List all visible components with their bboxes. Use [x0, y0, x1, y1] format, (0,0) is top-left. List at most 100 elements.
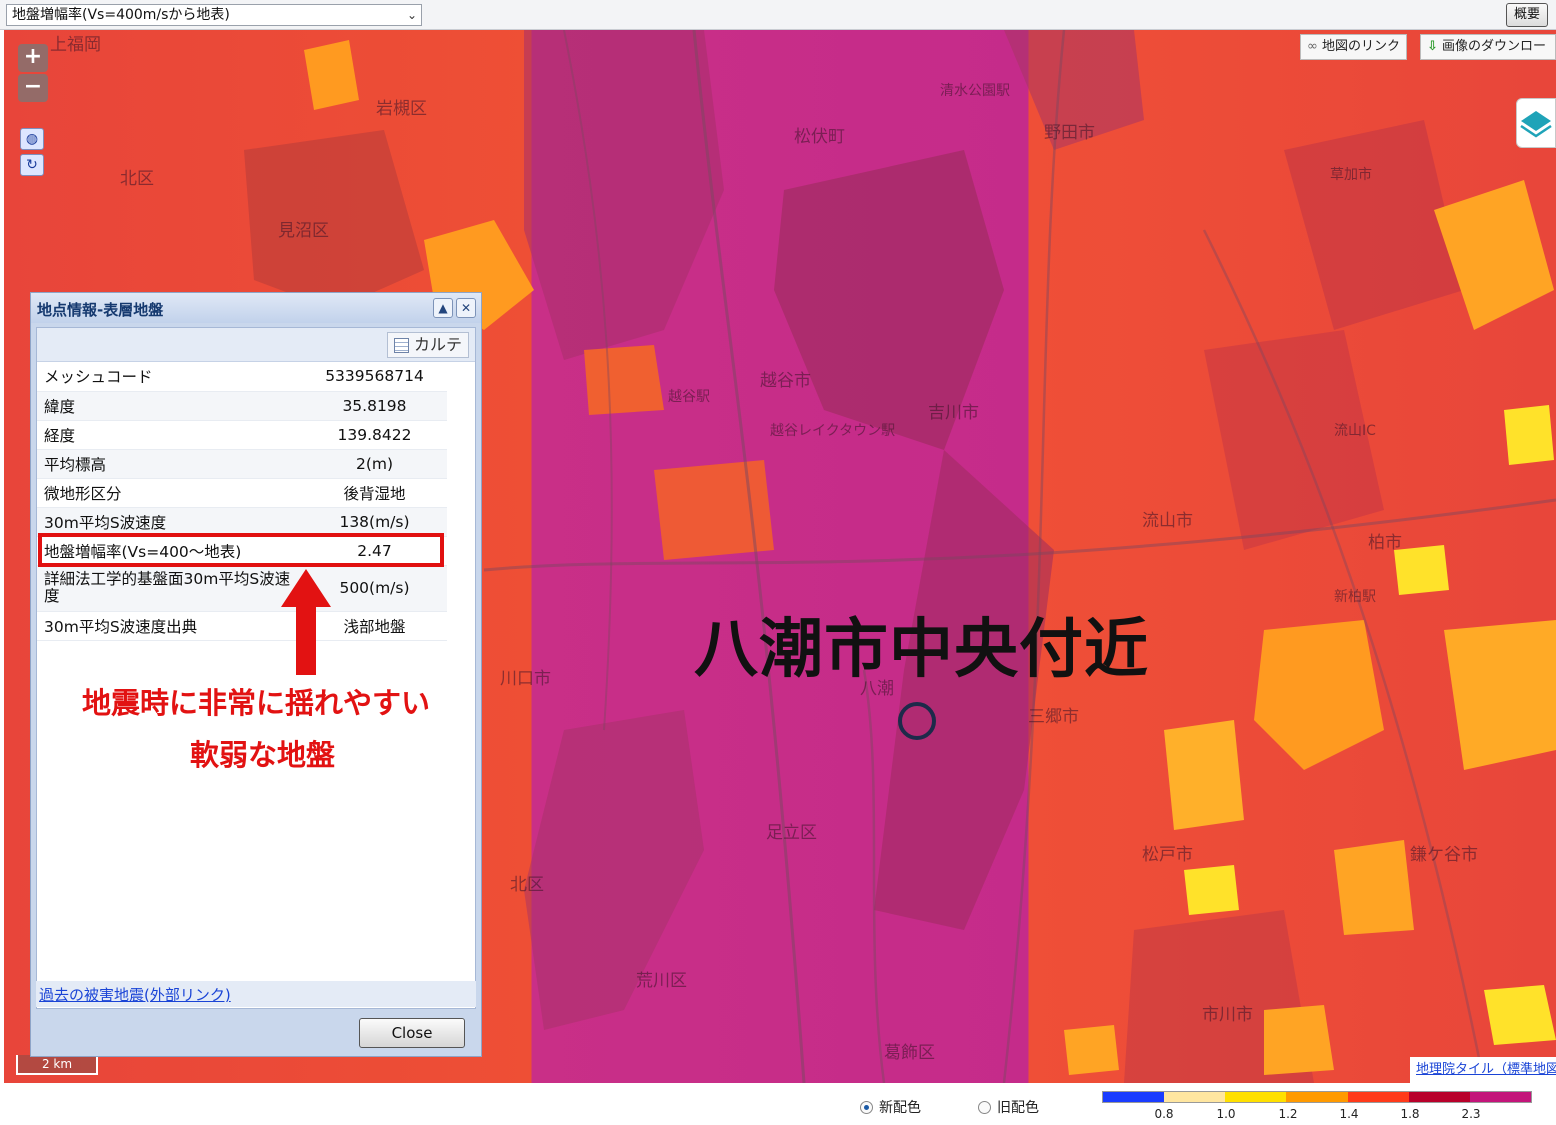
map-label: 清水公園駅 [940, 83, 1010, 99]
row-value: 5339568714 [302, 362, 447, 392]
legend-tick: 1.0 [1216, 1107, 1236, 1121]
row-key: 30m平均S波速度出典 [37, 611, 302, 641]
legend-tick: 2.3 [1461, 1107, 1481, 1121]
legend-tick: 1.8 [1400, 1107, 1420, 1121]
radio-selected-icon [860, 1101, 873, 1114]
annotation-line-1: 地震時に非常に揺れやすい [82, 686, 431, 720]
chevron-down-icon: ⌄ [406, 8, 417, 22]
map-label: 葛飾区 [884, 1043, 935, 1063]
map-link-label: 地図のリンク [1321, 39, 1400, 54]
radio-old-colors[interactable]: 旧配色 [978, 1097, 1039, 1117]
link-icon: ∞ [1307, 39, 1318, 54]
table-row: 30m平均S波速度 138(m/s) [37, 507, 447, 537]
row-value: 後背湿地 [302, 478, 447, 508]
legend-swatch [1225, 1092, 1287, 1102]
map-label: 草加市 [1330, 167, 1372, 183]
panel-toolbar: カルテ [37, 328, 475, 362]
map-label: 上福岡 [50, 35, 101, 55]
info-table: メッシュコード 5339568714 緯度 35.8198 経度 139.8422 平… [37, 362, 447, 641]
layer-select[interactable]: 地盤増幅率(Vs=400m/sから地表) ⌄ [6, 4, 422, 26]
row-value: 2(m) [302, 449, 447, 479]
collapse-icon[interactable]: ▲ [433, 298, 453, 318]
refresh-icon[interactable]: ↻ [20, 154, 44, 176]
map-label: 松戸市 [1142, 845, 1193, 865]
table-row: 緯度 35.8198 [37, 391, 447, 421]
legend-bar: 新配色 旧配色 0.8 1.0 1.2 1.4 1.8 2.3 [0, 1083, 1556, 1125]
top-toolbar: 地盤増幅率(Vs=400m/sから地表) ⌄ 概要 [0, 0, 1556, 30]
map-label: 市川市 [1202, 1005, 1253, 1025]
image-download-button[interactable]: ⇩ 画像のダウンロー [1420, 34, 1556, 60]
karte-button[interactable]: カルテ [386, 332, 469, 358]
row-value: 139.8422 [302, 420, 447, 450]
karte-label: カルテ [413, 335, 462, 354]
map-label: 越谷レイクタウン駅 [770, 423, 896, 439]
zoom-out-button[interactable]: − [18, 74, 48, 102]
table-row: メッシュコード 5339568714 [37, 362, 447, 392]
legend-swatch [1469, 1092, 1531, 1102]
legend-tick: 0.8 [1154, 1107, 1174, 1121]
target-location-marker [898, 702, 936, 740]
map-label: 吉川市 [928, 403, 979, 423]
panel-header[interactable]: 地点情報-表層地盤 ▲ ✕ [31, 293, 481, 323]
row-value: 138(m/s) [302, 507, 447, 537]
zoom-in-button[interactable]: + [18, 44, 48, 72]
map-label: 松伏町 [794, 127, 845, 147]
table-row: 平均標高 2(m) [37, 449, 447, 479]
map-label: 越谷駅 [668, 389, 710, 405]
map-label: 鎌ケ谷市 [1410, 845, 1478, 865]
row-key: 経度 [37, 420, 302, 450]
overlay-title: 八潮市中央付近 [694, 613, 1149, 687]
map-label: 荒川区 [636, 971, 687, 991]
layers-button[interactable] [1516, 98, 1556, 148]
radio-new-colors[interactable]: 新配色 [860, 1097, 921, 1117]
row-key: 平均標高 [37, 449, 302, 479]
map-label: 北区 [120, 169, 154, 189]
color-legend [1102, 1091, 1532, 1103]
annotation-line-2: 軟弱な地盤 [190, 738, 336, 772]
past-earthquakes-link[interactable]: 過去の被害地震(外部リンク) [39, 984, 231, 1005]
point-info-panel: 地点情報-表層地盤 ▲ ✕ カルテ メッシュコード 5339568714 緯度 35… [30, 292, 482, 1057]
layers-icon [1520, 111, 1552, 138]
overview-button[interactable]: 概要 [1506, 3, 1548, 27]
radio-label: 新配色 [879, 1100, 921, 1116]
legend-swatch [1103, 1092, 1165, 1102]
layer-select-value: 地盤増幅率(Vs=400m/sから地表) [12, 7, 230, 23]
legend-swatch [1347, 1092, 1409, 1102]
globe-icon[interactable]: ◍ [20, 128, 44, 150]
table-row: 経度 139.8422 [37, 420, 447, 450]
row-key: 緯度 [37, 391, 302, 421]
map-label: 足立区 [766, 823, 817, 843]
map-label: 流山市 [1142, 511, 1193, 531]
row-key: 30m平均S波速度 [37, 507, 302, 537]
panel-footer: 過去の被害地震(外部リンク) [36, 981, 476, 1007]
row-value: 35.8198 [302, 391, 447, 421]
map-label: 新柏駅 [1334, 589, 1376, 605]
legend-swatch [1286, 1092, 1348, 1102]
attribution-link[interactable]: 地理院タイル（標準地図 [1410, 1057, 1556, 1083]
map-label: 川口市 [500, 669, 551, 689]
map-label: 流山IC [1334, 423, 1376, 439]
map-label: 柏市 [1368, 533, 1402, 553]
highlight-box [38, 533, 444, 567]
legend-swatch [1408, 1092, 1470, 1102]
panel-title: 地点情報-表層地盤 [37, 301, 164, 319]
radio-unselected-icon [978, 1101, 991, 1114]
map-link-button[interactable]: ∞ 地図のリンク [1300, 34, 1407, 60]
map-label: 北区 [510, 875, 544, 895]
document-icon [393, 338, 409, 353]
table-row: 詳細法工学的基盤面30m平均S波速度 500(m/s) [37, 565, 447, 612]
close-button[interactable]: Close [359, 1018, 465, 1048]
radio-label: 旧配色 [997, 1100, 1039, 1116]
legend-tick: 1.2 [1278, 1107, 1298, 1121]
map-label: 野田市 [1044, 123, 1095, 143]
table-row: 30m平均S波速度出典 浅部地盤 [37, 611, 447, 641]
close-icon[interactable]: ✕ [456, 298, 476, 318]
image-download-label: 画像のダウンロー [1442, 39, 1547, 54]
map-label: 三郷市 [1028, 707, 1079, 727]
scale-bar: 2 km [16, 1055, 98, 1075]
map-label: 見沼区 [278, 221, 329, 241]
row-key: 詳細法工学的基盤面30m平均S波速度 [37, 565, 302, 612]
arrow-up-icon [281, 569, 331, 675]
legend-swatch [1164, 1092, 1226, 1102]
panel-body: カルテ メッシュコード 5339568714 緯度 35.8198 経度 139.84… [36, 327, 476, 1009]
